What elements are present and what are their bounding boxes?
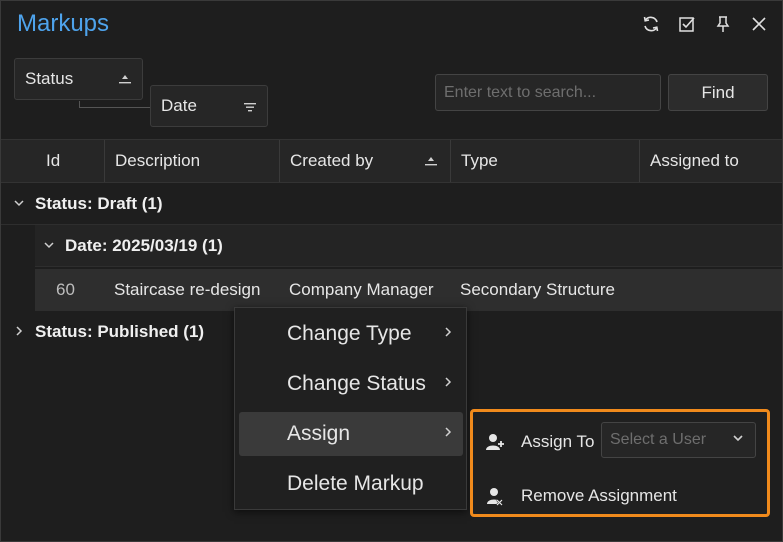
cell-created-by: Company Manager (289, 280, 434, 299)
search-input[interactable] (435, 74, 661, 111)
assign-to-label: Assign To (521, 432, 595, 451)
remove-assignment-label: Remove Assignment (521, 486, 677, 505)
menu-item-label: Assign (287, 422, 351, 445)
menu-item-label: Change Status (287, 372, 426, 395)
menu-item-change-status[interactable]: Change Status (239, 362, 463, 406)
title-bar: Markups (1, 1, 782, 51)
menu-item-label: Delete Markup (287, 472, 424, 495)
checkbox-icon[interactable] (676, 13, 698, 35)
group-row-label: Status: Draft (1) (35, 193, 163, 213)
chevron-down-icon[interactable] (43, 236, 57, 256)
chevron-right-icon (443, 325, 453, 343)
table-row[interactable]: 60 Staircase re-design Company Manager S… (35, 269, 782, 311)
column-header-created-by[interactable]: Created by (280, 140, 451, 182)
column-header-type[interactable]: Type (451, 140, 640, 182)
context-menu: Change Type Change Status Assign Delete … (234, 307, 467, 510)
group-row-label: Date: 2025/03/19 (1) (65, 235, 223, 255)
select-user-placeholder: Select a User (610, 431, 707, 448)
group-row-status-draft[interactable]: Status: Draft (1) (1, 183, 782, 225)
assign-submenu: Assign To Select a User Remove Assignmen… (470, 409, 770, 517)
refresh-icon[interactable] (640, 13, 662, 35)
window-title: Markups (17, 10, 110, 37)
group-row-label: Status: Published (1) (35, 322, 205, 341)
menu-item-change-type[interactable]: Change Type (239, 312, 463, 356)
menu-item-label: Change Type (287, 322, 412, 345)
column-header-id[interactable]: Id (1, 140, 105, 182)
group-chip-label: Status (25, 69, 74, 88)
group-chip-status[interactable]: Status (14, 58, 143, 100)
chevron-right-icon[interactable] (13, 322, 27, 342)
group-chip-label: Date (161, 96, 197, 115)
pin-icon[interactable] (712, 13, 734, 35)
column-header-assigned-to[interactable]: Assigned to (640, 140, 782, 182)
column-header-label: Created by (290, 151, 374, 170)
cell-id: 60 (56, 280, 75, 299)
chevron-right-icon (443, 425, 453, 443)
select-user-dropdown[interactable]: Select a User (601, 422, 756, 458)
group-connector (79, 101, 152, 108)
close-icon[interactable] (748, 13, 770, 35)
chevron-down-icon[interactable] (13, 194, 27, 214)
remove-assignment-row[interactable]: Remove Assignment (473, 474, 767, 518)
assign-to-row[interactable]: Assign To Select a User (473, 420, 767, 464)
filter-icon[interactable] (243, 99, 257, 119)
group-chip-date[interactable]: Date (150, 85, 268, 127)
sort-ascending-icon[interactable] (118, 72, 132, 92)
column-header-description[interactable]: Description (105, 140, 280, 182)
cell-type: Secondary Structure (460, 280, 615, 299)
add-user-icon (485, 432, 505, 452)
chevron-down-icon (731, 431, 745, 450)
chevron-right-icon (443, 375, 453, 393)
menu-item-delete-markup[interactable]: Delete Markup (239, 462, 463, 506)
remove-user-icon (485, 486, 505, 506)
grid-header: Id Description Created by Type Assigned … (1, 139, 782, 183)
sort-ascending-icon (424, 154, 438, 174)
find-button[interactable]: Find (668, 74, 768, 111)
group-row-date[interactable]: Date: 2025/03/19 (1) (35, 225, 782, 267)
menu-item-assign[interactable]: Assign (239, 412, 463, 456)
cell-description: Staircase re-design (114, 280, 261, 299)
